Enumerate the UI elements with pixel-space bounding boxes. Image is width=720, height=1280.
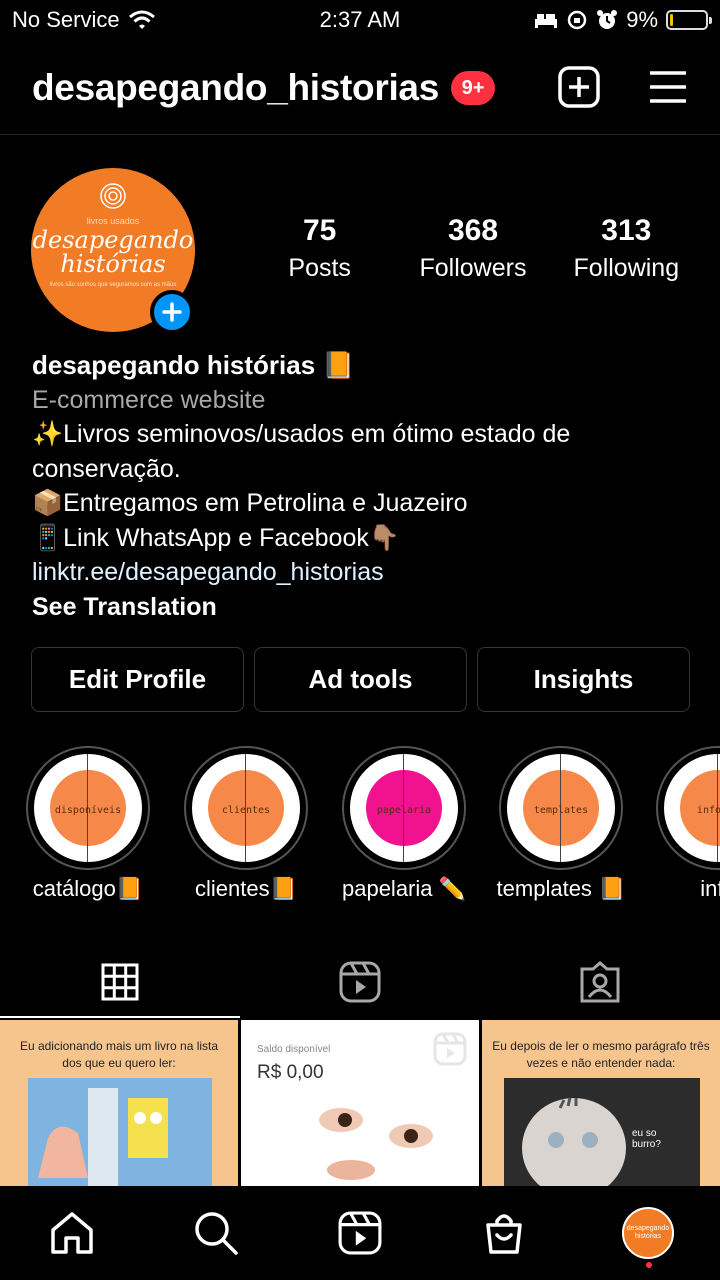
stat-label: Posts — [288, 254, 351, 282]
highlight-ring: disponíveis — [26, 746, 150, 870]
highlight-caption: papelaria ✏️ — [341, 876, 467, 901]
nav-avatar: desapegando histórias — [622, 1207, 674, 1259]
battery-fill — [670, 14, 673, 26]
bio-link[interactable]: linktr.ee/desapegando_historias — [32, 555, 692, 590]
stat-value: 75 — [302, 214, 337, 247]
notification-dot — [646, 1262, 652, 1268]
new-post-icon[interactable] — [558, 66, 600, 108]
header-divider — [0, 134, 720, 135]
highlight-caption: catálogo📙 — [32, 876, 144, 901]
status-bar: No Service 2:37 AM 9% — [0, 0, 720, 40]
highlight-cover-text: papelaria — [376, 805, 432, 816]
post-caption-text: Eu depois de ler o mesmo parágrafo três … — [492, 1039, 710, 1070]
shop-bag-icon — [486, 1214, 522, 1254]
highlight-ring: informa — [656, 746, 720, 870]
search-icon — [195, 1212, 238, 1255]
add-story-button[interactable] — [150, 290, 194, 334]
nav-reels[interactable] — [288, 1186, 432, 1280]
profile-stats: 75 Posts 368 Followers 313 Following — [243, 212, 703, 286]
profile-name: desapegando histórias 📙 — [32, 350, 355, 380]
highlight-clientes[interactable]: clientes clientes📙 — [184, 746, 308, 901]
battery-icon — [666, 10, 712, 30]
post-image — [28, 1078, 212, 1186]
post-caption-text: Eu adicionando mais um livro na lista do… — [19, 1039, 219, 1070]
nav-profile[interactable]: desapegando histórias — [576, 1186, 720, 1280]
insights-button[interactable]: Insights — [477, 647, 690, 712]
highlight-papelaria[interactable]: papelaria papelaria ✏️ — [342, 746, 466, 901]
stat-value: 368 — [447, 214, 499, 247]
highlight-ring: papelaria — [342, 746, 466, 870]
nav-home[interactable] — [0, 1186, 144, 1280]
see-translation-link[interactable]: See Translation — [32, 590, 692, 625]
spiral-logo-icon — [100, 183, 126, 209]
ad-tools-button[interactable]: Ad tools — [254, 647, 467, 712]
nav-search[interactable] — [144, 1186, 288, 1280]
profile-tabs — [0, 946, 720, 1018]
reels-icon — [338, 1211, 382, 1255]
highlight-cover-text: clientes — [221, 805, 271, 816]
notification-badge: 9+ — [451, 71, 495, 105]
battery-percent: 9% — [626, 7, 658, 32]
post-thumbnail[interactable]: Eu depois de ler o mesmo parágrafo três … — [482, 1020, 720, 1186]
reel-indicator-icon — [433, 1032, 467, 1066]
highlight-caption: info — [700, 876, 720, 901]
stat-label: Followers — [419, 254, 527, 282]
username-title[interactable]: desapegando_historias — [32, 67, 439, 109]
bio-line: 📦Entregamos em Petrolina e Juazeiro — [32, 489, 468, 517]
profile-actions: Edit Profile Ad tools Insights — [31, 647, 690, 712]
tab-posts-grid[interactable] — [0, 946, 240, 1018]
stat-followers[interactable]: 368 Followers — [396, 212, 549, 286]
highlight-catalogo[interactable]: disponíveis catálogo📙 — [26, 746, 150, 901]
alarm-icon — [597, 10, 618, 29]
bio-line: 📱Link WhatsApp e Facebook👇🏽 — [32, 523, 400, 552]
story-highlights: disponíveis catálogo📙 clientes clientes📙… — [26, 746, 720, 916]
active-tab-indicator — [0, 1016, 240, 1018]
bio-line: ✨Livros seminovos/usados em ótimo estado… — [32, 420, 571, 483]
highlight-caption: templates 📙 — [496, 876, 626, 901]
highlight-cover-text: disponíveis — [54, 805, 122, 816]
profile-category: E-commerce website — [32, 385, 266, 414]
post-thumbnail[interactable]: Eu adicionando mais um livro na lista do… — [0, 1020, 238, 1186]
profile-bio: desapegando histórias 📙 E-commerce websi… — [32, 348, 692, 624]
nav-shop[interactable] — [432, 1186, 576, 1280]
post-overlay-text: eu so burro? — [632, 1128, 661, 1150]
stat-label: Following — [573, 254, 680, 282]
highlight-info[interactable]: informa info — [656, 746, 720, 901]
rotation-lock-icon — [567, 10, 587, 30]
highlight-caption: clientes📙 — [195, 876, 297, 901]
stat-value: 313 — [601, 214, 652, 247]
plus-icon — [162, 302, 182, 322]
avatar-small-text: livros usados — [86, 216, 140, 226]
profile-header: desapegando_historias 9+ — [32, 52, 696, 124]
highlight-ring: clientes — [184, 746, 308, 870]
highlight-templates[interactable]: templates templates 📙 — [497, 746, 625, 901]
post-thumbnail[interactable]: Saldo disponível R$ 0,00 — [241, 1020, 479, 1186]
post-image: eu so burro? — [504, 1078, 700, 1186]
stat-posts[interactable]: 75 Posts — [243, 212, 396, 286]
face-icon — [319, 1108, 433, 1180]
menu-icon[interactable] — [648, 66, 688, 108]
grid-icon — [101, 963, 139, 1001]
highlight-cover-text: informa — [696, 805, 720, 816]
highlight-cover-text: templates — [533, 805, 589, 816]
tab-reels[interactable] — [240, 946, 480, 1018]
tab-tagged[interactable] — [480, 946, 720, 1018]
avatar-tagline: livros são sonhos que seguramos com as m… — [49, 282, 177, 288]
highlight-ring: templates — [499, 746, 623, 870]
bottom-nav: desapegando histórias — [0, 1186, 720, 1280]
avatar-brand: desapegando histórias — [32, 226, 194, 278]
post-balance-amount: R$ 0,00 — [257, 1062, 324, 1083]
reels-icon — [339, 961, 381, 1003]
bed-icon — [535, 14, 558, 28]
stat-following[interactable]: 313 Following — [550, 212, 703, 286]
home-icon — [51, 1212, 93, 1254]
edit-profile-button[interactable]: Edit Profile — [31, 647, 244, 712]
tagged-icon — [580, 961, 620, 1003]
post-balance-label: Saldo disponível — [257, 1044, 331, 1055]
posts-grid: Eu adicionando mais um livro na lista do… — [0, 1020, 720, 1186]
